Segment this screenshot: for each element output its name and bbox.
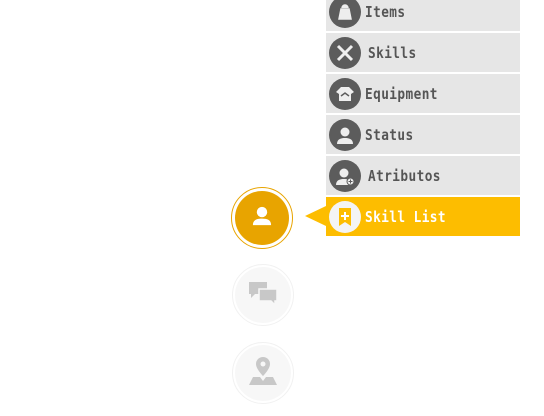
person-icon xyxy=(249,203,275,233)
character-menu: Items Skills Equipment Status Atributos … xyxy=(326,0,520,238)
bag-icon xyxy=(329,0,361,28)
character-button[interactable] xyxy=(231,187,293,249)
menu-item-atributos[interactable]: Atributos xyxy=(326,156,520,195)
menu-item-label: Status xyxy=(365,125,414,144)
menu-item-equipment[interactable]: Equipment xyxy=(326,74,520,113)
menu-item-skills[interactable]: Skills xyxy=(326,33,520,72)
menu-item-label: Atributos xyxy=(368,166,441,185)
menu-item-skill-list[interactable]: Skill List xyxy=(326,197,520,236)
crossed-swords-icon xyxy=(329,36,361,69)
chat-icon xyxy=(247,279,279,311)
menu-item-items[interactable]: Items xyxy=(326,0,520,31)
menu-item-label: Skill List xyxy=(365,207,447,226)
menu-item-label: Equipment xyxy=(365,84,438,103)
bookmark-plus-icon xyxy=(329,200,361,233)
menu-item-status[interactable]: Status xyxy=(326,115,520,154)
active-pointer-arrow xyxy=(305,206,326,226)
menu-item-label: Skills xyxy=(368,43,417,62)
map-button[interactable] xyxy=(232,342,294,404)
person-icon xyxy=(329,118,361,151)
person-plus-icon xyxy=(329,159,361,192)
armor-icon xyxy=(329,77,361,110)
map-pin-icon xyxy=(248,355,278,391)
chat-button[interactable] xyxy=(232,264,294,326)
menu-item-label: Items xyxy=(365,2,406,21)
